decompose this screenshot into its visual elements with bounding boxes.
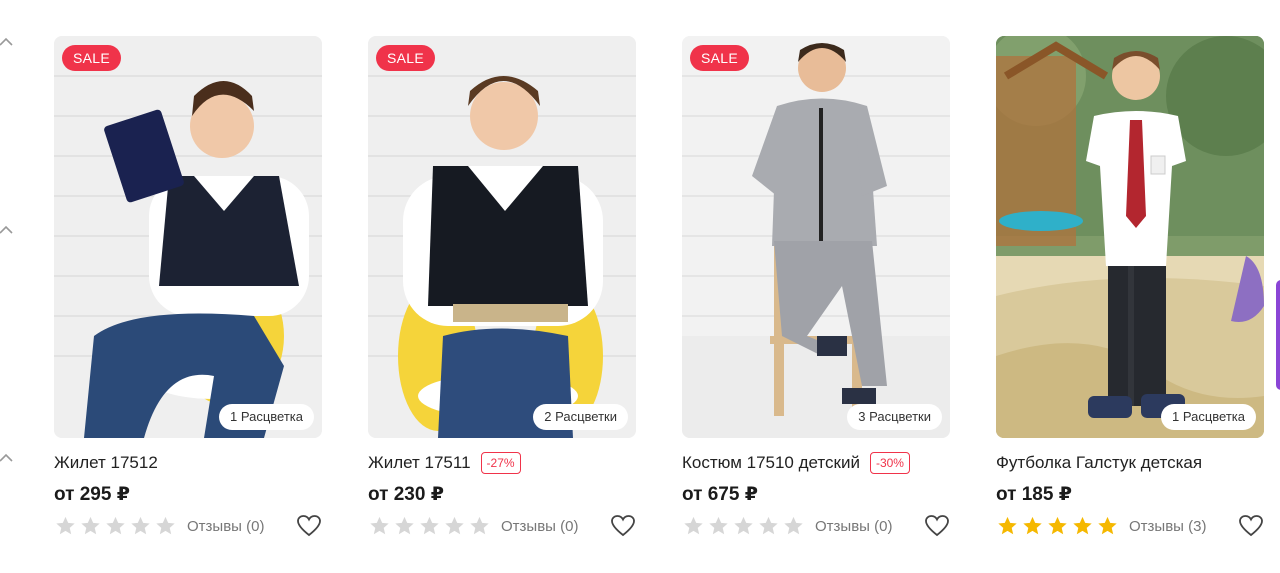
star-icon bbox=[784, 516, 803, 535]
product-card[interactable]: SALE 1 Расцветка Жилет 17512 от 295 ₽ От… bbox=[54, 36, 322, 540]
star-icon bbox=[445, 516, 464, 535]
rating-stars bbox=[996, 515, 1119, 537]
color-count-badge[interactable]: 3 Расцветки bbox=[847, 404, 942, 430]
heart-icon[interactable] bbox=[610, 514, 636, 538]
product-title[interactable]: Жилет 17512 bbox=[54, 453, 158, 473]
discount-badge: -30% bbox=[869, 452, 910, 474]
product-price: от 675 ₽ bbox=[682, 484, 758, 505]
star-icon bbox=[156, 516, 175, 535]
chevron-up-icon[interactable] bbox=[0, 450, 14, 466]
star-icon bbox=[998, 516, 1017, 535]
product-image[interactable]: SALE 3 Расцветки bbox=[682, 36, 950, 438]
star-icon bbox=[470, 516, 489, 535]
star-icon bbox=[56, 516, 75, 535]
sale-badge: SALE bbox=[62, 45, 121, 71]
carousel-edge-button[interactable] bbox=[1276, 280, 1280, 390]
heart-icon[interactable] bbox=[924, 514, 950, 538]
color-count-badge[interactable]: 1 Расцветка bbox=[219, 404, 314, 430]
product-title[interactable]: Костюм 17510 детский bbox=[682, 453, 860, 473]
rating-stars bbox=[54, 515, 177, 537]
star-icon bbox=[684, 516, 703, 535]
product-price: от 230 ₽ bbox=[368, 484, 444, 505]
product-title[interactable]: Футболка Галстук детская bbox=[996, 453, 1202, 473]
product-card[interactable]: SALE 3 Расцветки Костюм 17510 детский -3… bbox=[682, 36, 950, 540]
star-icon bbox=[131, 516, 150, 535]
rating-stars bbox=[682, 515, 805, 537]
star-icon bbox=[81, 516, 100, 535]
sale-badge: SALE bbox=[376, 45, 435, 71]
color-count-badge[interactable]: 1 Расцветка bbox=[1161, 404, 1256, 430]
star-icon bbox=[420, 516, 439, 535]
product-title[interactable]: Жилет 17511 bbox=[368, 453, 471, 473]
star-icon bbox=[759, 516, 778, 535]
chevron-up-icon[interactable] bbox=[0, 34, 14, 50]
heart-icon[interactable] bbox=[1238, 514, 1264, 538]
star-icon bbox=[709, 516, 728, 535]
star-icon bbox=[1098, 516, 1117, 535]
star-icon bbox=[395, 516, 414, 535]
star-icon bbox=[1048, 516, 1067, 535]
product-card[interactable]: SALE 2 Расцветки Жилет 17511 -27% от 230… bbox=[368, 36, 636, 540]
product-price: от 295 ₽ bbox=[54, 484, 130, 505]
heart-icon[interactable] bbox=[296, 514, 322, 538]
color-count-badge[interactable]: 2 Расцветки bbox=[533, 404, 628, 430]
star-icon bbox=[734, 516, 753, 535]
star-icon bbox=[1023, 516, 1042, 535]
star-icon bbox=[106, 516, 125, 535]
star-icon bbox=[370, 516, 389, 535]
sale-badge: SALE bbox=[690, 45, 749, 71]
star-icon bbox=[1073, 516, 1092, 535]
reviews-link[interactable]: Отзывы (0) bbox=[501, 518, 578, 535]
reviews-link[interactable]: Отзывы (3) bbox=[1129, 518, 1206, 535]
reviews-link[interactable]: Отзывы (0) bbox=[815, 518, 892, 535]
rating-stars bbox=[368, 515, 491, 537]
product-image[interactable]: 1 Расцветка bbox=[996, 36, 1264, 438]
discount-badge: -27% bbox=[480, 452, 521, 474]
product-image[interactable]: SALE 1 Расцветка bbox=[54, 36, 322, 438]
chevron-up-icon[interactable] bbox=[0, 222, 14, 238]
product-card[interactable]: 1 Расцветка Футболка Галстук детская от … bbox=[996, 36, 1264, 540]
product-image[interactable]: SALE 2 Расцветки bbox=[368, 36, 636, 438]
product-price: от 185 ₽ bbox=[996, 484, 1072, 505]
reviews-link[interactable]: Отзывы (0) bbox=[187, 518, 264, 535]
